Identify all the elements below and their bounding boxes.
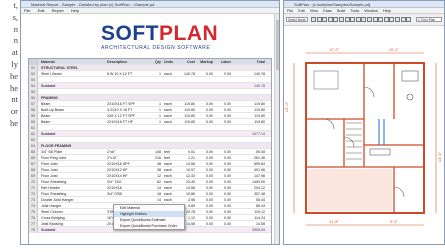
- redo-icon[interactable]: [339, 17, 344, 22]
- plan-menu-view[interactable]: View: [310, 9, 318, 13]
- cell-material: Subtotal: [41, 228, 56, 232]
- material-report-window: Material Report - Sample - Detailed by p…: [20, 0, 280, 245]
- cell-total: 3905.54: [252, 228, 265, 232]
- save-icon[interactable]: [322, 17, 328, 22]
- dimension-label: 13'-0": [284, 101, 289, 112]
- dimension-label: 11'-8": [329, 219, 339, 224]
- plan-menu-draw[interactable]: Draw: [323, 9, 332, 13]
- floor-plan-window: SoftPlan - [c:\softplan\Samples\Sample.p…: [283, 0, 445, 245]
- menu-help[interactable]: Help: [71, 8, 79, 13]
- cut-icon[interactable]: [344, 17, 350, 22]
- logo-accent: PLAN: [159, 22, 219, 45]
- select-mode-dropdown[interactable]: Select Mode: [286, 17, 308, 22]
- kitchen-counter: [369, 148, 391, 156]
- plan-title-bar: SoftPlan - [c:\softplan\Samples\Sample.p…: [284, 1, 444, 8]
- plan-menu-file[interactable]: File: [287, 9, 293, 13]
- wall-icon[interactable]: [389, 17, 395, 22]
- new-icon[interactable]: [311, 17, 316, 22]
- plan-menu-build[interactable]: Build: [337, 9, 345, 13]
- paste-icon[interactable]: [355, 17, 361, 22]
- article-text-line: or: [10, 106, 18, 117]
- door-swing: [343, 136, 355, 148]
- copy-icon[interactable]: [350, 17, 356, 22]
- menu-edit[interactable]: Edit: [38, 8, 45, 13]
- article-text-line: nt: [11, 94, 18, 105]
- plan-menu-edit[interactable]: Edit: [298, 9, 305, 13]
- zoom-in-icon[interactable]: [361, 17, 367, 22]
- article-text-line: n: [13, 23, 18, 34]
- toilet-fixture: [406, 93, 414, 101]
- report-scrollbar[interactable]: [274, 14, 279, 244]
- layer-dropdown[interactable]: 1 Floor Plan: [416, 17, 442, 22]
- dimension-label: 12'-2": [329, 47, 340, 52]
- render-icon[interactable]: [406, 17, 412, 22]
- logo-main: SOFT: [101, 22, 159, 45]
- door-swing: [363, 86, 375, 98]
- print-icon[interactable]: [327, 17, 333, 22]
- layers-icon[interactable]: [378, 17, 384, 22]
- article-text-line: at: [11, 47, 18, 58]
- scrollbar-thumb[interactable]: [276, 20, 279, 70]
- article-text-line: s,: [12, 11, 18, 22]
- garage-floor: [308, 169, 392, 211]
- door-swing: [323, 118, 335, 130]
- logo-tagline: ARCHITECTURAL DESIGN SOFTWARE: [101, 45, 211, 51]
- menu-report[interactable]: Report: [52, 8, 64, 13]
- article-text-line: t,: [13, 0, 19, 10]
- menu-item-export-po[interactable]: Export QuickBooks Purchase Order: [114, 223, 184, 229]
- report-menu-bar: File Edit Report Help: [21, 8, 279, 14]
- bathtub-fixture: [401, 70, 419, 82]
- article-text-column: t, s, n n at ly he he nt or he: [0, 0, 18, 252]
- undo-icon[interactable]: [333, 17, 339, 22]
- menu-file[interactable]: File: [24, 8, 30, 13]
- context-menu: Edit Material Highlight Entities Export …: [113, 204, 185, 230]
- cell-num: 78: [29, 227, 38, 233]
- plan-menu-help[interactable]: Help: [383, 9, 391, 13]
- window-icon[interactable]: [400, 17, 406, 22]
- dimension-label: 14'-4": [437, 151, 442, 162]
- plan-menu-tools[interactable]: Tools: [350, 9, 359, 13]
- zoom-out-icon[interactable]: [367, 17, 372, 22]
- open-icon[interactable]: [316, 17, 322, 22]
- article-text-line: he: [9, 82, 18, 93]
- dimension-label: 10'-4": [389, 47, 400, 52]
- report-title-bar: Material Report - Sample - Detailed by p…: [21, 1, 279, 8]
- article-text-line: he: [9, 70, 18, 81]
- article-text-line: ly: [11, 58, 18, 69]
- plan-toolbar: Select Mode 1 Floor Plan: [284, 14, 444, 26]
- door-icon[interactable]: [395, 17, 400, 22]
- grid-icon[interactable]: [372, 17, 378, 22]
- softplan-logo: SOFTPLAN ARCHITECTURAL DESIGN SOFTWARE: [101, 22, 218, 55]
- door-swing: [393, 186, 405, 198]
- measure-icon[interactable]: [383, 17, 389, 22]
- article-text-line: n: [13, 35, 18, 46]
- dimension-label: 9'-6": [390, 219, 399, 224]
- floor-plan-canvas[interactable]: 12'-2" 10'-4" 11'-8" 9'-6" 13'-0" 14'-4": [284, 27, 445, 245]
- bed-fixture: [313, 70, 339, 90]
- article-text-line: he: [9, 117, 18, 128]
- plan-menu-window[interactable]: Window: [364, 9, 378, 13]
